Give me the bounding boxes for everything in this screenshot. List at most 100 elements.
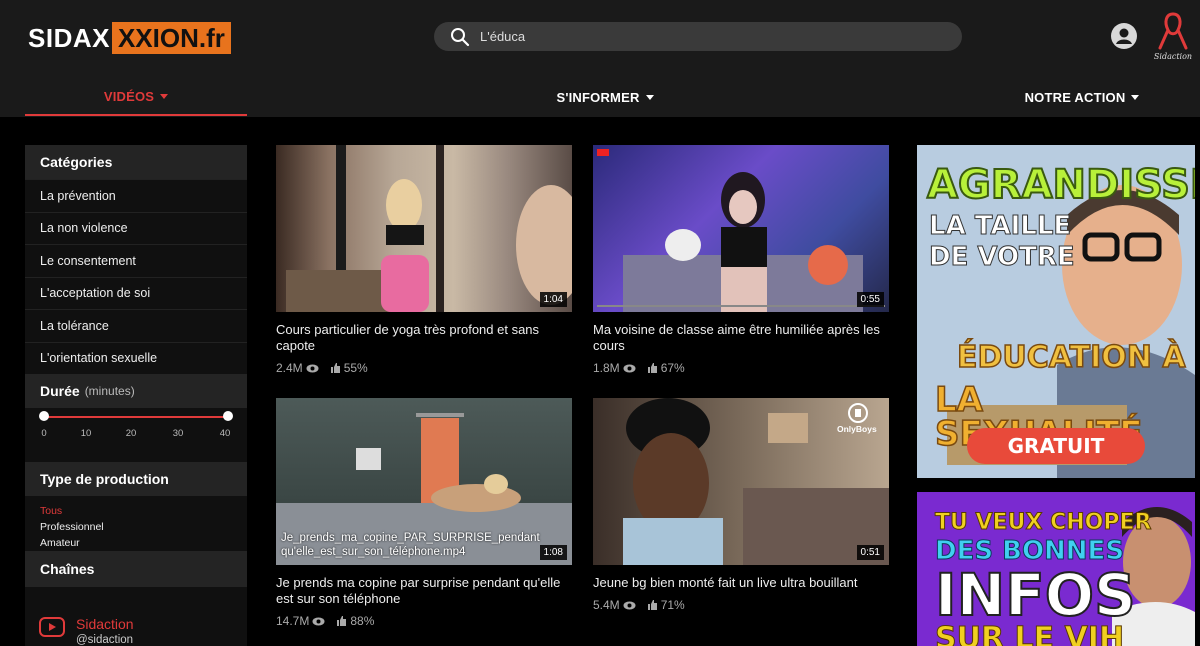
channels-title: Chaînes xyxy=(25,551,247,587)
ad-banner-education[interactable]: AGRANDISSEZ LA TAILLE DE VOTRE ÉDUCATION… xyxy=(917,145,1195,478)
ad1-gratuit-button[interactable]: GRATUIT xyxy=(967,428,1145,464)
category-item[interactable]: La tolérance xyxy=(25,309,247,342)
thumbs-up-icon xyxy=(647,600,657,610)
production-option[interactable]: Professionnel xyxy=(40,519,247,535)
onlyboys-logo-text: OnlyBoys xyxy=(837,424,877,434)
slider-tick: 30 xyxy=(172,428,184,439)
svg-text:Sidaction: Sidaction xyxy=(1154,52,1192,61)
site-header: SIDAX XXION.fr Sidaction VIDÉOS S'INFORM… xyxy=(0,0,1200,117)
eye-icon xyxy=(623,364,636,372)
duration-title: Durée xyxy=(40,383,80,399)
site-logo[interactable]: SIDAX XXION.fr xyxy=(28,22,231,54)
category-item[interactable]: La non violence xyxy=(25,211,247,244)
video-stats: 1.8M 67% xyxy=(593,361,889,375)
channel-item[interactable]: Sidaction @sidaction xyxy=(25,587,247,646)
slider-tick: 40 xyxy=(219,428,231,439)
channel-name: Sidaction xyxy=(76,616,134,632)
view-count: 1.8M xyxy=(593,361,620,375)
view-count: 14.7M xyxy=(276,614,310,628)
video-thumbnail[interactable]: Je_prends_ma_copine_PAR_SURPRISE_pendant… xyxy=(276,398,572,565)
like-percentage: 55% xyxy=(343,361,368,375)
logo-part2: XXION.fr xyxy=(111,22,231,54)
video-thumbnail[interactable]: OnlyBoys 0:51 xyxy=(593,398,889,565)
video-card[interactable]: 1:04 Cours particulier de yoga très prof… xyxy=(276,145,572,375)
logo-part1: SIDAX xyxy=(28,23,110,53)
production-list: Tous Professionnel Amateur xyxy=(25,496,247,551)
onlyboys-logo-icon xyxy=(848,403,868,423)
search-input[interactable] xyxy=(480,29,940,44)
thumbnail-image xyxy=(286,145,572,312)
video-duration: 1:08 xyxy=(539,545,567,560)
duration-slider[interactable]: 0 10 20 30 40 xyxy=(25,408,247,462)
filter-sidebar: Catégories La prévention La non violence… xyxy=(25,145,247,646)
video-duration: 1:04 xyxy=(539,292,567,307)
video-stats: 14.7M 88% xyxy=(276,614,572,628)
nav-videos[interactable]: VIDÉOS xyxy=(25,78,247,116)
category-item[interactable]: La prévention xyxy=(25,179,247,212)
like-percentage: 88% xyxy=(350,614,375,628)
nav-sinformer[interactable]: S'INFORMER xyxy=(495,78,715,116)
main-nav: VIDÉOS S'INFORMER NOTRE ACTION xyxy=(0,78,1200,117)
categories-title: Catégories xyxy=(25,145,247,179)
video-duration: 0:51 xyxy=(856,545,884,560)
ad-banner-vih[interactable]: TU VEUX CHOPER DES BONNES INFOS SUR LE V… xyxy=(917,492,1195,646)
ad1-line2: LA TAILLE xyxy=(928,211,1072,241)
video-stats: 5.4M 71% xyxy=(593,598,889,612)
ad1-line3: DE VOTRE xyxy=(929,242,1076,272)
slider-max-handle[interactable] xyxy=(223,411,233,421)
production-title: Type de production xyxy=(25,462,247,496)
slider-track[interactable] xyxy=(44,416,228,418)
video-title[interactable]: Je prends ma copine par surprise pendant… xyxy=(276,575,572,607)
video-stats: 2.4M 55% xyxy=(276,361,572,375)
sidaction-ribbon-icon[interactable]: Sidaction xyxy=(1150,10,1196,62)
slider-tick: 10 xyxy=(80,428,92,439)
ad1-line4: ÉDUCATION À xyxy=(956,340,1186,375)
video-thumbnail[interactable]: 1:04 xyxy=(276,145,572,312)
slider-min-handle[interactable] xyxy=(39,411,49,421)
video-filename-overlay: Je_prends_ma_copine_PAR_SURPRISE_pendant… xyxy=(281,532,540,558)
duration-header: Durée (minutes) xyxy=(25,374,247,408)
video-title[interactable]: Jeune bg bien monté fait un live ultra b… xyxy=(593,575,889,591)
category-item[interactable]: Le consentement xyxy=(25,244,247,277)
nav-notre-action[interactable]: NOTRE ACTION xyxy=(972,78,1192,116)
dropdown-caret-icon xyxy=(645,94,654,100)
view-count: 5.4M xyxy=(593,598,620,612)
dropdown-caret-icon xyxy=(1131,94,1140,100)
production-option-selected[interactable]: Tous xyxy=(40,503,247,519)
thumbs-up-icon xyxy=(330,363,340,373)
nav-notre-action-label: NOTRE ACTION xyxy=(1024,89,1126,105)
channel-handle: @sidaction xyxy=(76,634,134,646)
video-thumbnail[interactable]: 0:55 xyxy=(593,145,889,312)
video-card[interactable]: Je_prends_ma_copine_PAR_SURPRISE_pendant… xyxy=(276,398,572,628)
like-percentage: 67% xyxy=(660,361,685,375)
thumbs-up-icon xyxy=(647,363,657,373)
dropdown-caret-icon xyxy=(160,93,169,99)
view-count: 2.4M xyxy=(276,361,303,375)
eye-icon xyxy=(623,601,636,609)
video-duration: 0:55 xyxy=(856,292,884,307)
video-title[interactable]: Cours particulier de yoga très profond e… xyxy=(276,322,572,354)
thumbs-up-icon xyxy=(337,616,347,626)
search-icon xyxy=(451,27,470,46)
ad2-line3: INFOS xyxy=(934,561,1137,629)
category-item[interactable]: L'acceptation de soi xyxy=(25,276,247,309)
thumbnail-image xyxy=(597,149,885,312)
video-card[interactable]: OnlyBoys 0:51 Jeune bg bien monté fait u… xyxy=(593,398,889,612)
slider-tick: 0 xyxy=(41,428,47,439)
eye-icon xyxy=(312,617,325,625)
like-percentage: 71% xyxy=(660,598,685,612)
production-option[interactable]: Amateur xyxy=(40,535,247,551)
video-card[interactable]: 0:55 Ma voisine de classe aime être humi… xyxy=(593,145,889,375)
slider-tick: 20 xyxy=(125,428,137,439)
category-item[interactable]: L'orientation sexuelle xyxy=(25,341,247,374)
ad2-line4: SUR LE VIH xyxy=(934,621,1125,646)
user-account-icon[interactable] xyxy=(1110,22,1138,50)
eye-icon xyxy=(306,364,319,372)
ad2-line1: TU VEUX CHOPER xyxy=(934,510,1152,535)
youtube-icon xyxy=(39,617,65,637)
search-bar[interactable] xyxy=(434,22,962,51)
nav-sinformer-label: S'INFORMER xyxy=(556,89,640,105)
nav-videos-label: VIDÉOS xyxy=(103,88,155,104)
duration-unit: (minutes) xyxy=(84,384,135,398)
video-title[interactable]: Ma voisine de classe aime être humiliée … xyxy=(593,322,889,354)
